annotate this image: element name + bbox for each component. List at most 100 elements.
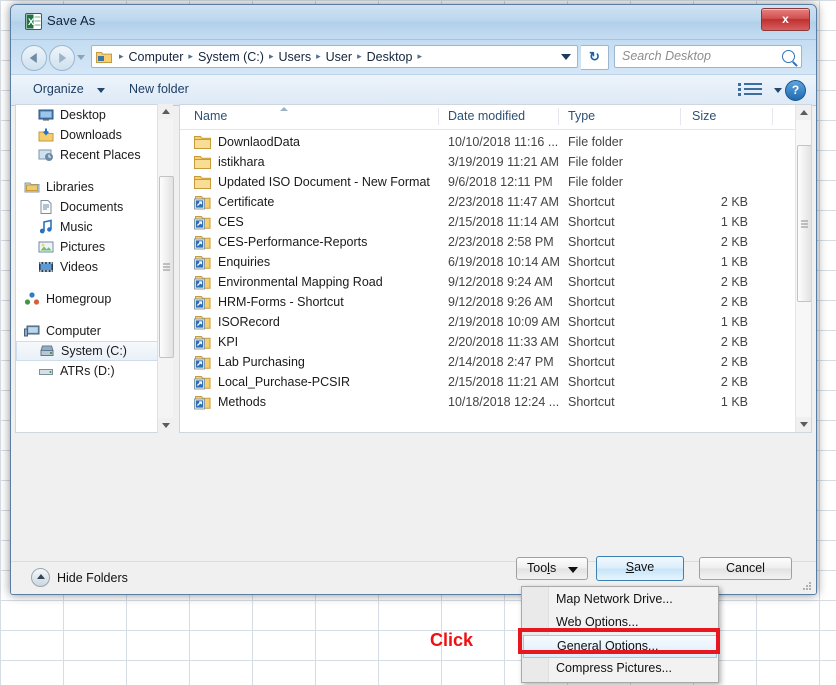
column-header-date-modified[interactable]: Date modified <box>448 109 525 123</box>
date-modified-cell: 2/14/2018 2:47 PM <box>448 355 554 369</box>
file-name-cell: Enquiries <box>218 255 271 269</box>
address-bar[interactable]: ▸ Computer ▸ System (C:) ▸ Users ▸ User … <box>91 45 578 68</box>
nav-group-spacer <box>16 277 164 289</box>
refresh-button[interactable]: ↻ <box>581 45 609 70</box>
date-modified-cell: 9/6/2018 12:11 PM <box>448 175 553 189</box>
shortcut-icon <box>194 236 211 250</box>
sidebar-item-label: ATRs (D:) <box>60 364 115 378</box>
breadcrumb-separator: ▸ <box>188 51 193 61</box>
shortcut-icon <box>194 336 211 350</box>
save-button[interactable]: Save <box>596 556 684 581</box>
column-header-name[interactable]: Name <box>194 109 227 123</box>
close-button[interactable]: x <box>761 8 810 31</box>
file-name-cell: Certificate <box>218 195 275 209</box>
column-header-type[interactable]: Type <box>568 109 595 123</box>
nav-group-spacer <box>16 309 164 321</box>
table-row[interactable]: Environmental Mapping Road 9/12/2018 9:24… <box>180 273 811 293</box>
search-placeholder: Search Desktop <box>622 49 711 63</box>
save-form: File name: Book2 Save as type: Excel Wor… <box>11 437 816 557</box>
sidebar-item-documents[interactable]: Documents <box>16 197 164 217</box>
menu-item-label: Map Network Drive... <box>556 592 673 606</box>
table-row[interactable]: ISORecord 2/19/2018 10:09 AM Shortcut 1 KB <box>180 313 811 333</box>
file-list-scrollbar[interactable] <box>795 105 811 432</box>
table-row[interactable]: Enquiries 6/19/2018 10:14 AM Shortcut 1 KB <box>180 253 811 273</box>
file-scroll-down-button[interactable] <box>796 417 811 432</box>
documents-icon <box>40 200 52 214</box>
table-row[interactable]: istikhara 3/19/2019 11:21 AM File folder <box>180 153 811 173</box>
cancel-button[interactable]: Cancel <box>699 557 792 580</box>
resize-grip[interactable] <box>802 582 812 592</box>
breadcrumb-computer[interactable]: Computer <box>128 50 185 64</box>
sidebar-item-homegroup[interactable]: Homegroup <box>16 289 164 309</box>
breadcrumb-user[interactable]: User <box>325 50 353 64</box>
forward-button[interactable] <box>49 45 75 71</box>
organize-chevron-down-icon[interactable] <box>97 88 105 93</box>
sidebar-item-label: Documents <box>60 200 124 214</box>
view-chevron-down-icon[interactable] <box>774 88 782 93</box>
search-input[interactable]: Search Desktop <box>614 45 802 68</box>
sidebar-item-atrs-d[interactable]: ATRs (D:) <box>16 361 164 381</box>
recent-locations-chevron-down-icon[interactable] <box>77 55 85 60</box>
file-scroll-up-button[interactable] <box>796 105 811 120</box>
organize-button[interactable]: Organize <box>33 82 84 96</box>
command-bar: Organize New folder ? <box>11 74 816 106</box>
chevron-up-icon <box>799 110 808 115</box>
table-row[interactable]: CES-Performance-Reports 2/23/2018 2:58 PM… <box>180 233 811 253</box>
breadcrumb-separator: ▸ <box>119 51 124 61</box>
new-folder-button[interactable]: New folder <box>129 82 189 96</box>
table-row[interactable]: Certificate 2/23/2018 11:47 AM Shortcut 2 K… <box>180 193 811 213</box>
table-row[interactable]: Methods 10/18/2018 12:24 ... Shortcut 1 KB <box>180 393 811 413</box>
breadcrumb-desktop[interactable]: Desktop <box>366 50 414 64</box>
date-modified-cell: 9/12/2018 9:26 AM <box>448 295 553 309</box>
table-row[interactable]: Updated ISO Document - New Format 9/6/201… <box>180 173 811 193</box>
file-list-pane: Name Date modified Type Size DownlaodDat… <box>179 104 812 433</box>
sidebar-item-recent-places[interactable]: Recent Places <box>16 145 164 165</box>
file-scroll-thumb[interactable] <box>797 145 811 302</box>
table-row[interactable]: HRM-Forms - Shortcut 9/12/2018 9:26 AM Sho… <box>180 293 811 313</box>
size-cell: 1 KB <box>720 255 748 269</box>
address-chevron-down-icon[interactable] <box>561 54 571 60</box>
sidebar-item-computer[interactable]: Computer <box>16 321 164 341</box>
breadcrumb-users[interactable]: Users <box>277 50 312 64</box>
type-cell: Shortcut <box>568 395 615 409</box>
sidebar-item-label: Libraries <box>46 180 94 194</box>
sidebar-item-downloads[interactable]: Downloads <box>16 125 164 145</box>
table-row[interactable]: DownlaodData 10/10/2018 11:16 ... File fol… <box>180 133 811 153</box>
sidebar-item-videos[interactable]: Videos <box>16 257 164 277</box>
file-name-cell: istikhara <box>218 155 265 169</box>
tools-button[interactable]: Tools <box>516 557 588 580</box>
column-header-size[interactable]: Size <box>692 109 716 123</box>
table-row[interactable]: Lab Purchasing 2/14/2018 2:47 PM Shortcut 2… <box>180 353 811 373</box>
svg-text:X: X <box>28 17 34 27</box>
size-cell: 1 KB <box>720 215 748 229</box>
menu-item-compress-pictures[interactable]: Compress Pictures... <box>523 658 717 681</box>
help-icon[interactable]: ? <box>785 80 806 101</box>
downloads-icon <box>38 128 54 142</box>
back-button[interactable] <box>21 45 47 71</box>
table-row[interactable]: CES 2/15/2018 11:14 AM Shortcut 1 KB <box>180 213 811 233</box>
date-modified-cell: 2/15/2018 11:14 AM <box>448 215 559 229</box>
view-list-icon[interactable] <box>738 82 768 98</box>
hide-folders-button[interactable]: Hide Folders <box>31 568 128 587</box>
table-row[interactable]: Local_Purchase-PCSIR 2/15/2018 11:21 AM Sh… <box>180 373 811 393</box>
nav-scroll-thumb[interactable] <box>159 176 174 358</box>
shortcut-icon <box>194 356 211 370</box>
navigation-scrollbar[interactable] <box>157 104 174 433</box>
music-icon <box>39 219 52 234</box>
file-name-cell: KPI <box>218 335 239 349</box>
nav-scroll-down-button[interactable] <box>158 418 173 433</box>
shortcut-icon <box>194 376 211 390</box>
table-row[interactable]: KPI 2/20/2018 11:33 AM Shortcut 2 KB <box>180 333 811 353</box>
navigation-pane: Desktop Downloads Recent Places Libraries Do… <box>15 104 165 433</box>
sidebar-item-libraries[interactable]: Libraries <box>16 177 164 197</box>
breadcrumb-system-c[interactable]: System (C:) <box>197 50 265 64</box>
menu-item-map-network-drive[interactable]: Map Network Drive... <box>523 589 717 612</box>
sidebar-item-system-c[interactable]: System (C:) <box>16 341 164 361</box>
grid-line <box>0 0 1 685</box>
sidebar-item-pictures[interactable]: Pictures <box>16 237 164 257</box>
sidebar-item-music[interactable]: Music <box>16 217 164 237</box>
type-cell: File folder <box>568 155 623 169</box>
sidebar-item-label: Homegroup <box>46 292 112 306</box>
nav-scroll-up-button[interactable] <box>158 104 173 119</box>
sidebar-item-desktop[interactable]: Desktop <box>16 105 164 125</box>
